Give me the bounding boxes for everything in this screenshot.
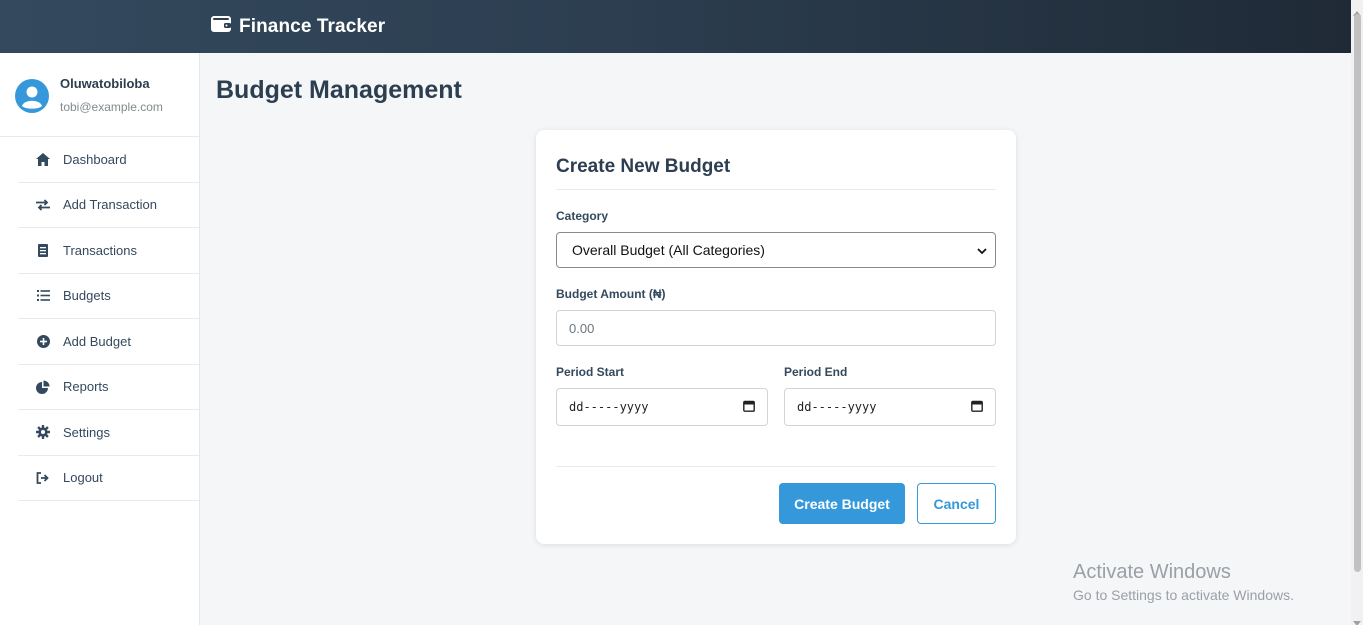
scrollbar-thumb[interactable]	[1354, 14, 1361, 572]
list-icon	[36, 289, 50, 303]
sidebar-item-label: Logout	[63, 470, 103, 486]
period-start-label: Period Start	[556, 365, 625, 379]
card-header-divider	[556, 189, 996, 190]
budget-amount-input[interactable]: 0.00	[556, 310, 996, 346]
card-footer-divider	[556, 466, 996, 467]
create-budget-button[interactable]: Create Budget	[779, 483, 905, 524]
period-end-placeholder: dd-----yyyy	[797, 400, 877, 414]
brand[interactable]: Finance Tracker	[211, 15, 385, 38]
scroll-down-arrow-icon[interactable]	[1353, 614, 1361, 625]
sidebar-item-label: Add Transaction	[63, 197, 157, 213]
page-title: Budget Management	[216, 76, 462, 104]
scroll-up-arrow-icon[interactable]	[1353, 3, 1361, 16]
sidebar-item-label: Reports	[63, 379, 109, 395]
sidebar-item-reports[interactable]: Reports	[18, 365, 200, 410]
create-budget-card: Create New Budget Category Overall Budge…	[536, 130, 1016, 544]
sidebar-item-label: Add Budget	[63, 333, 131, 349]
period-end-label: Period End	[784, 365, 848, 379]
logout-icon	[36, 471, 50, 485]
user-circle-icon	[15, 79, 49, 113]
wallet-icon	[211, 15, 231, 38]
app-title: Finance Tracker	[239, 15, 386, 37]
sidebar-item-label: Transactions	[63, 242, 137, 258]
top-navbar: Finance Tracker	[0, 0, 1351, 53]
chevron-down-icon	[977, 242, 987, 258]
category-label: Category	[556, 209, 609, 223]
card-title: Create New Budget	[556, 156, 731, 177]
calendar-icon[interactable]	[743, 400, 755, 415]
sidebar: Oluwatobiloba tobi@example.com Dashboard…	[0, 53, 200, 625]
vertical-scrollbar[interactable]	[1351, 0, 1363, 625]
avatar	[15, 79, 49, 113]
sidebar-item-label: Settings	[63, 424, 110, 440]
receipt-icon	[36, 243, 50, 257]
sidebar-item-label: Budgets	[63, 288, 111, 304]
plus-circle-icon	[36, 334, 50, 348]
home-icon	[36, 152, 50, 166]
user-name: Oluwatobiloba	[60, 76, 150, 91]
watermark-subtitle: Go to Settings to activate Windows.	[1073, 587, 1294, 603]
period-start-placeholder: dd-----yyyy	[569, 400, 649, 414]
windows-activation-watermark: Activate Windows Go to Settings to activ…	[1073, 561, 1294, 603]
sidebar-item-budgets[interactable]: Budgets	[18, 274, 200, 319]
exchange-icon	[36, 198, 50, 212]
user-email: tobi@example.com	[60, 100, 163, 114]
budget-amount-label: Budget Amount (₦)	[556, 287, 666, 301]
sidebar-item-dashboard[interactable]: Dashboard	[18, 137, 200, 183]
watermark-title: Activate Windows	[1073, 561, 1231, 583]
cancel-button[interactable]: Cancel	[917, 483, 996, 524]
period-start-input[interactable]: dd-----yyyy	[556, 388, 768, 426]
sidebar-nav: Dashboard Add Transaction Transactions B…	[18, 137, 200, 501]
category-select[interactable]: Overall Budget (All Categories)	[556, 232, 996, 268]
period-end-input[interactable]: dd-----yyyy	[784, 388, 996, 426]
sidebar-item-transactions[interactable]: Transactions	[18, 228, 200, 274]
budget-amount-placeholder: 0.00	[569, 320, 595, 336]
calendar-icon[interactable]	[971, 400, 983, 415]
sidebar-item-logout[interactable]: Logout	[18, 456, 200, 501]
sidebar-item-add-transaction[interactable]: Add Transaction	[18, 183, 200, 228]
category-select-value: Overall Budget (All Categories)	[572, 242, 765, 258]
pie-chart-icon	[36, 380, 50, 394]
gear-icon	[36, 425, 50, 440]
sidebar-item-settings[interactable]: Settings	[18, 410, 200, 456]
sidebar-item-add-budget[interactable]: Add Budget	[18, 319, 200, 365]
user-profile: Oluwatobiloba tobi@example.com	[0, 53, 200, 137]
sidebar-item-label: Dashboard	[63, 151, 127, 167]
